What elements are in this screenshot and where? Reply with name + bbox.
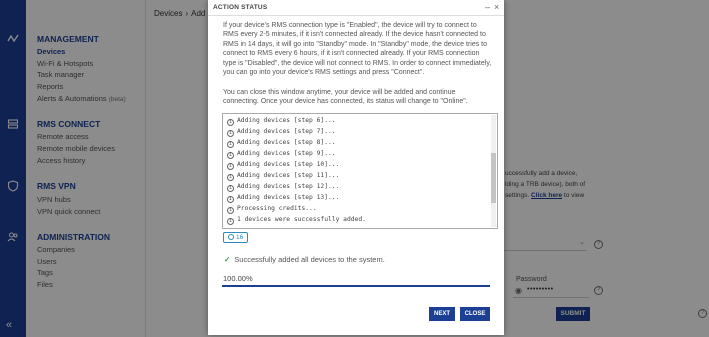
close-icon[interactable]: ×	[494, 2, 499, 12]
success-message: ✓ Successfully added all devices to the s…	[224, 255, 385, 264]
info-icon: i	[227, 141, 234, 148]
action-log[interactable]: i Adding devices [step 6]... i Adding devi…	[222, 113, 498, 229]
info-icon	[228, 234, 234, 240]
action-status-dialog: ACTION STATUS – × If your device's RMS c…	[208, 0, 504, 335]
log-scrollbar[interactable]	[491, 115, 496, 227]
log-line: i Adding devices [step 8]...	[227, 139, 336, 148]
log-line: i Adding devices [step 11]...	[227, 172, 340, 181]
close-info-paragraph: You can close this window anytime, your …	[223, 89, 468, 106]
log-line: i Adding devices [step 12]...	[227, 183, 340, 192]
info-icon: i	[227, 218, 234, 225]
log-line: i Adding devices [step 7]...	[227, 128, 336, 137]
progress-bar	[222, 285, 490, 287]
info-icon: i	[227, 174, 234, 181]
info-icon: i	[227, 119, 234, 126]
success-text: Successfully added all devices to the sy…	[234, 255, 385, 264]
log-line: i Adding devices [step 13]...	[227, 194, 340, 203]
log-line: i Adding devices [step 6]...	[227, 117, 336, 126]
rms-info-paragraph: If your device's RMS connection type is …	[223, 22, 492, 77]
minimize-icon[interactable]: –	[485, 2, 490, 12]
progress-percentage: 100.00%	[223, 274, 253, 283]
log-count-badge: 16	[223, 232, 249, 243]
info-icon: i	[227, 207, 234, 214]
log-line: i Adding devices [step 10]...	[227, 161, 340, 170]
info-icon: i	[227, 152, 234, 159]
next-button[interactable]: NEXT	[429, 307, 455, 321]
scrollbar-thumb[interactable]	[491, 153, 496, 203]
close-button[interactable]: CLOSE	[460, 307, 490, 321]
info-icon: i	[227, 130, 234, 137]
progress-fill	[222, 285, 490, 287]
dialog-header: ACTION STATUS – ×	[208, 0, 504, 16]
info-icon: i	[227, 185, 234, 192]
info-icon: i	[227, 163, 234, 170]
log-line: i Adding devices [step 9]...	[227, 150, 336, 159]
dialog-title: ACTION STATUS	[213, 4, 268, 11]
log-line: i1 devices were successfully added.	[227, 216, 366, 225]
log-line: i Processing credits...	[227, 205, 317, 214]
log-count-value: 16	[236, 234, 244, 241]
check-icon: ✓	[224, 255, 231, 264]
info-icon: i	[227, 196, 234, 203]
